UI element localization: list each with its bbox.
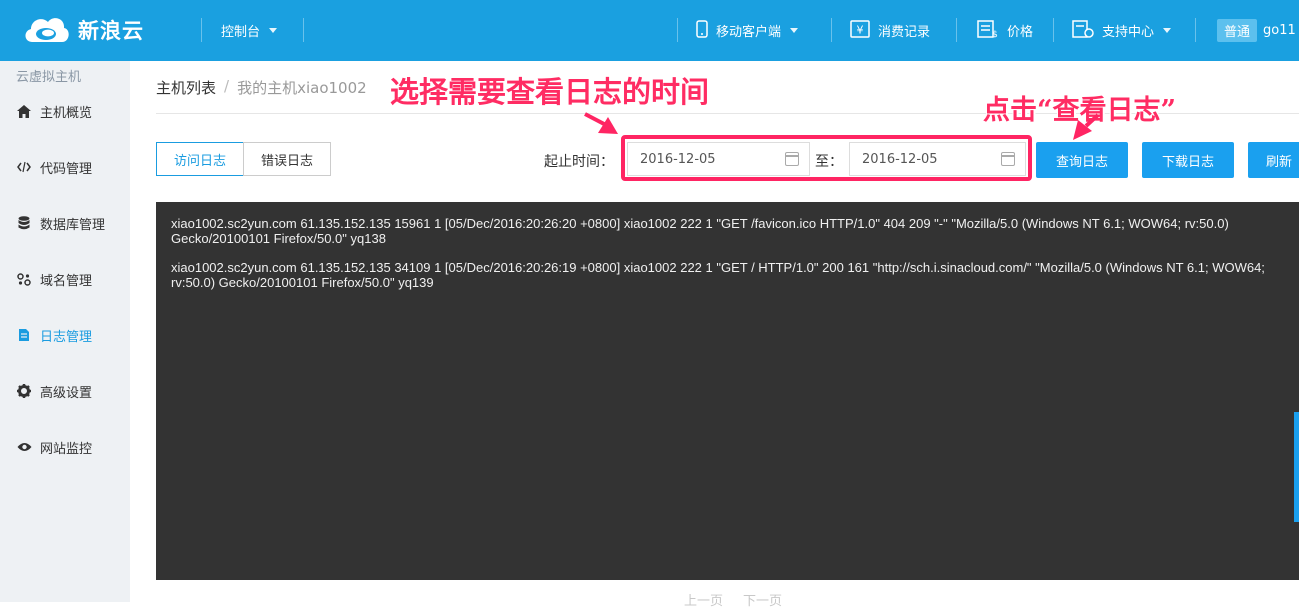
arrow-to-query-button-icon (1073, 113, 1100, 140)
arrow-to-date-range-icon (584, 112, 618, 134)
annotation-arrows (584, 112, 1100, 140)
